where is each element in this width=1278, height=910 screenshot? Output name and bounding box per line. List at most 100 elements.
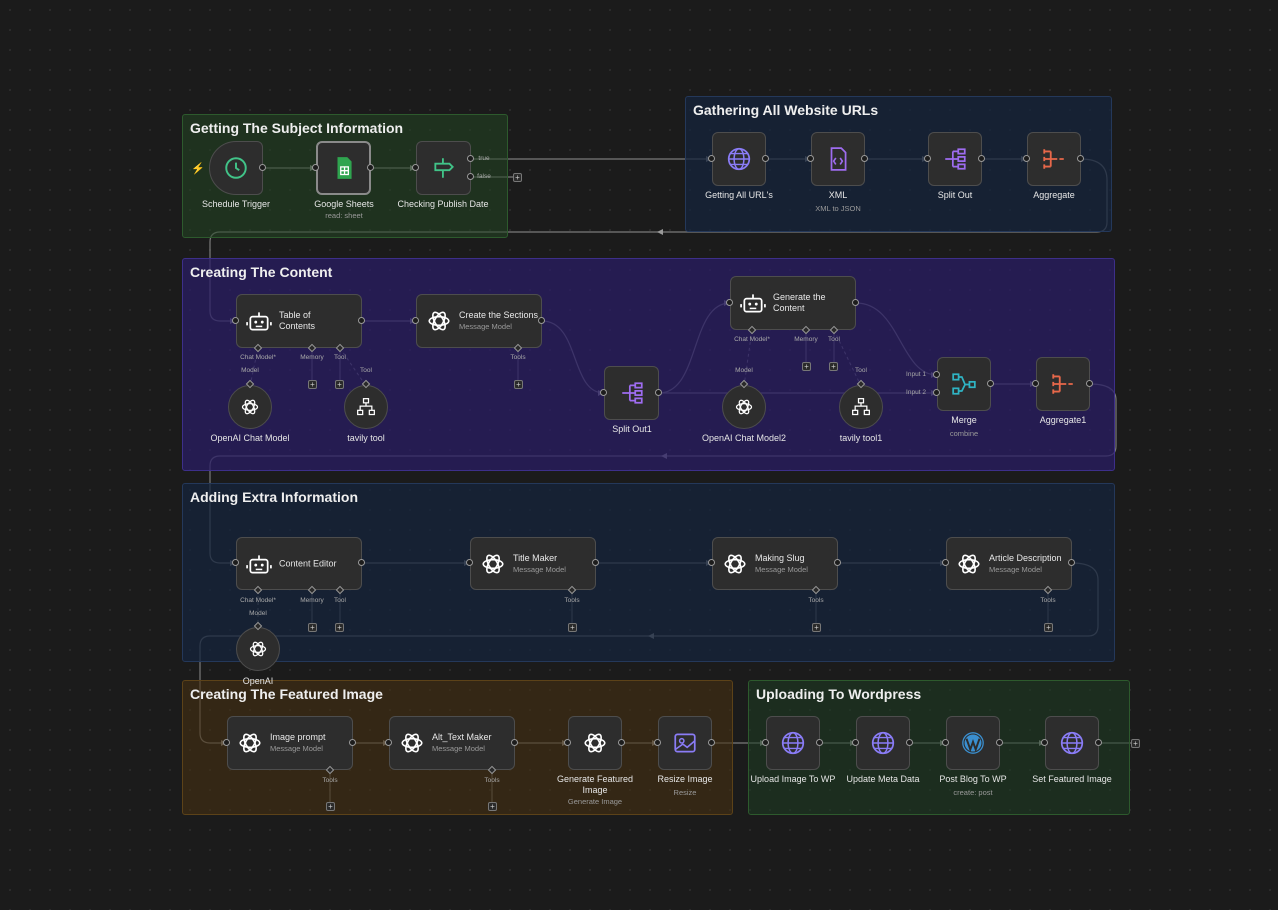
getting-all-urls-node[interactable] (712, 132, 766, 186)
article-description-node[interactable]: Article Description Message Model (946, 537, 1072, 590)
input-handle[interactable] (1023, 155, 1030, 162)
input-handle[interactable] (232, 559, 239, 566)
upload-image-to-wp-node[interactable] (766, 716, 820, 770)
tavily-tool-node[interactable] (344, 385, 388, 429)
input-handle[interactable] (1041, 739, 1048, 746)
input-handle[interactable] (933, 371, 940, 378)
output-handle[interactable] (655, 389, 662, 396)
add-node-button[interactable]: + (513, 173, 522, 182)
image-prompt-node[interactable]: Image prompt Message Model (227, 716, 353, 770)
input-handle[interactable] (564, 739, 571, 746)
xml-node[interactable] (811, 132, 865, 186)
alt-text-maker-node[interactable]: Alt_Text Maker Message Model (389, 716, 515, 770)
output-handle[interactable] (708, 739, 715, 746)
add-tool-button[interactable]: + (1044, 623, 1053, 632)
add-memory-button[interactable]: + (802, 362, 811, 371)
input-handle[interactable] (385, 739, 392, 746)
add-tool-button[interactable]: + (568, 623, 577, 632)
output-handle[interactable] (467, 155, 474, 162)
input-handle[interactable] (942, 559, 949, 566)
output-handle[interactable] (906, 739, 913, 746)
output-handle[interactable] (349, 739, 356, 746)
output-handle[interactable] (816, 739, 823, 746)
post-blog-to-wp-node[interactable] (946, 716, 1000, 770)
input-handle[interactable] (466, 559, 473, 566)
schedule-trigger-node[interactable] (209, 141, 263, 195)
generate-featured-image-node[interactable] (568, 716, 622, 770)
input-handle[interactable] (232, 317, 239, 324)
output-handle[interactable] (1077, 155, 1084, 162)
aggregate-node[interactable] (1027, 132, 1081, 186)
split-out1-label: Split Out1 (612, 424, 652, 434)
globe-icon (1060, 731, 1084, 755)
google-sheets-node[interactable] (316, 141, 371, 195)
input-handle[interactable] (726, 299, 733, 306)
output-handle[interactable] (762, 155, 769, 162)
input-handle[interactable] (223, 739, 230, 746)
output-handle[interactable] (511, 739, 518, 746)
set-featured-image-node[interactable] (1045, 716, 1099, 770)
aggregate1-node[interactable] (1036, 357, 1090, 411)
content-editor-node[interactable]: Content Editor (236, 537, 362, 590)
table-of-contents-node[interactable]: Table of Contents (236, 294, 362, 348)
update-meta-data-node[interactable] (856, 716, 910, 770)
split-out1-node[interactable] (604, 366, 659, 420)
add-memory-button[interactable]: + (308, 623, 317, 632)
output-handle[interactable] (467, 173, 474, 180)
add-tool-button[interactable]: + (335, 380, 344, 389)
output-handle[interactable] (1086, 380, 1093, 387)
tavily-tool1-node[interactable] (839, 385, 883, 429)
checking-publish-date-node[interactable] (416, 141, 471, 195)
input-handle[interactable] (807, 155, 814, 162)
split-out-node[interactable] (928, 132, 982, 186)
input-handle[interactable] (924, 155, 931, 162)
create-the-sections-node[interactable]: Create the Sections Message Model (416, 294, 542, 348)
add-tool-button[interactable]: + (514, 380, 523, 389)
output-handle[interactable] (978, 155, 985, 162)
generate-the-content-node[interactable]: Generate the Content (730, 276, 856, 330)
tavily-tool1-label: tavily tool1 (839, 433, 883, 443)
openai-node[interactable] (236, 627, 280, 671)
resize-image-node[interactable] (658, 716, 712, 770)
output-handle[interactable] (538, 317, 545, 324)
input-handle[interactable] (600, 389, 607, 396)
add-tool-button[interactable]: + (812, 623, 821, 632)
input-handle[interactable] (1032, 380, 1039, 387)
input-handle[interactable] (762, 739, 769, 746)
input-handle[interactable] (708, 155, 715, 162)
output-handle[interactable] (852, 299, 859, 306)
add-tool-button[interactable]: + (829, 362, 838, 371)
input-handle[interactable] (933, 389, 940, 396)
output-handle[interactable] (367, 164, 374, 171)
input-handle[interactable] (312, 164, 319, 171)
output-handle[interactable] (618, 739, 625, 746)
add-tool-button[interactable]: + (326, 802, 335, 811)
add-tool-button[interactable]: + (488, 802, 497, 811)
output-handle[interactable] (996, 739, 1003, 746)
input-handle[interactable] (852, 739, 859, 746)
making-slug-node[interactable]: Making Slug Message Model (712, 537, 838, 590)
output-handle[interactable] (1068, 559, 1075, 566)
output-handle[interactable] (358, 559, 365, 566)
input-handle[interactable] (412, 317, 419, 324)
output-handle[interactable] (1095, 739, 1102, 746)
add-node-button[interactable]: + (1131, 739, 1140, 748)
output-handle[interactable] (861, 155, 868, 162)
output-handle[interactable] (987, 380, 994, 387)
merge-node[interactable] (937, 357, 991, 411)
input-handle[interactable] (412, 164, 419, 171)
input-handle[interactable] (942, 739, 949, 746)
input-handle[interactable] (654, 739, 661, 746)
output-handle[interactable] (259, 164, 266, 171)
add-memory-button[interactable]: + (308, 380, 317, 389)
input-handle[interactable] (708, 559, 715, 566)
output-handle[interactable] (834, 559, 841, 566)
openai-label: OpenAI (242, 676, 274, 686)
tavily-tool-label: tavily tool (347, 433, 385, 443)
openai-chat-model-node[interactable] (228, 385, 272, 429)
title-maker-node[interactable]: Title Maker Message Model (470, 537, 596, 590)
output-handle[interactable] (592, 559, 599, 566)
output-handle[interactable] (358, 317, 365, 324)
add-tool-button[interactable]: + (335, 623, 344, 632)
openai-chat-model2-node[interactable] (722, 385, 766, 429)
